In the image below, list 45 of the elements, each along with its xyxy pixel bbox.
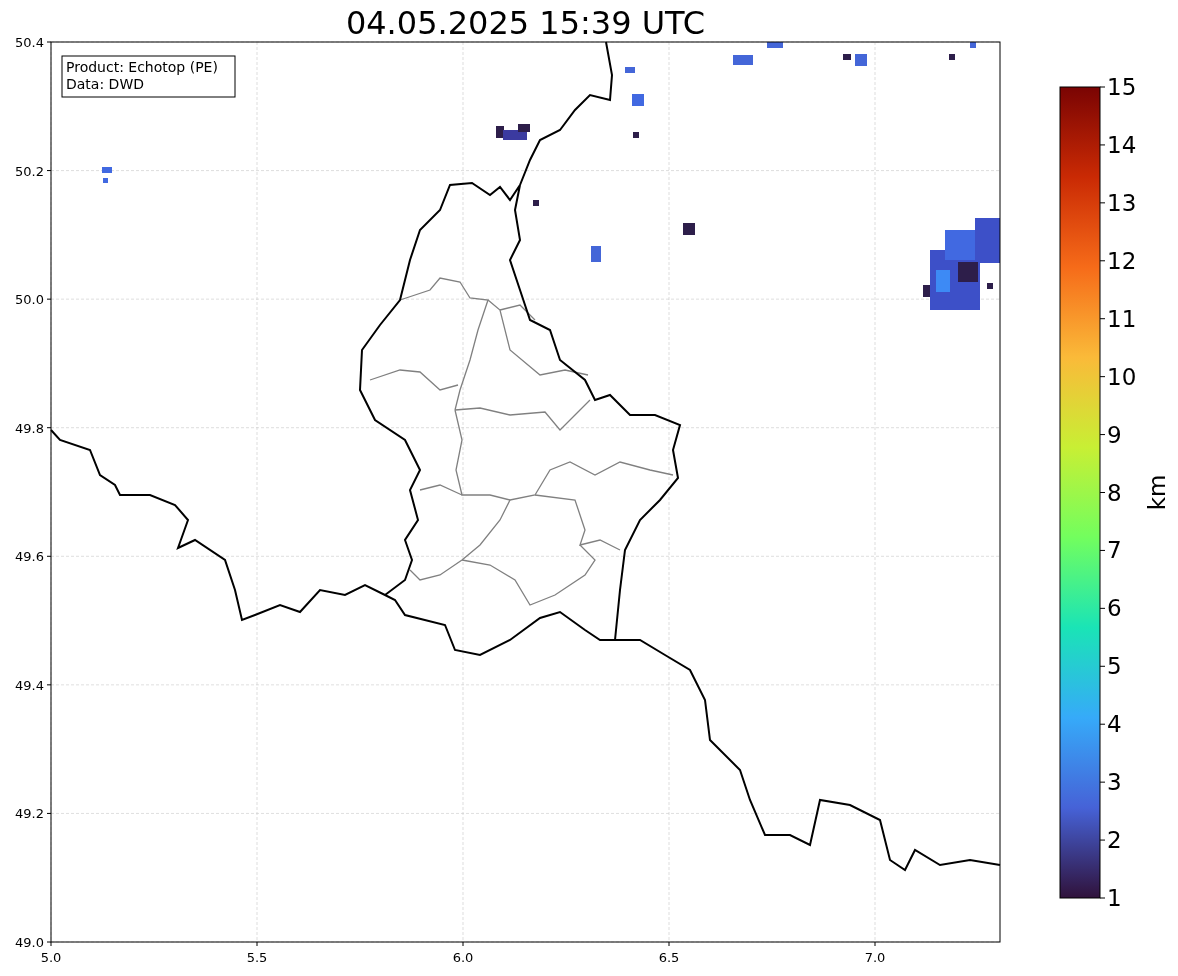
x-tick-label: 5.5 — [246, 950, 268, 965]
x-tick-label: 7.0 — [864, 950, 886, 965]
colorbar-tick-label: 10 — [1107, 363, 1137, 390]
colorbar-tick-label: 4 — [1107, 711, 1122, 738]
y-tick-label: 50.4 — [15, 35, 44, 50]
y-tick-label: 50.0 — [15, 292, 44, 308]
radar-echo-patch — [591, 246, 601, 262]
y-tick-label: 49.2 — [15, 806, 44, 822]
info-text: Data: DWD — [66, 76, 144, 92]
colorbar-tick-label: 15 — [1107, 74, 1137, 100]
y-tick-label: 49.8 — [15, 420, 44, 436]
colorbar-tick-label: 8 — [1107, 479, 1122, 506]
radar-echo-patch — [855, 54, 867, 66]
colorbar-tick-label: 14 — [1107, 131, 1137, 158]
chart-title: 04.05.2025 15:39 UTC — [345, 4, 706, 42]
radar-echo-patch — [633, 132, 639, 138]
radar-echo-patch — [683, 223, 695, 235]
y-tick-label: 49.0 — [15, 935, 44, 950]
info-text: Product: Echotop (PE) — [66, 59, 218, 75]
colorbar-label: km — [1144, 474, 1170, 511]
colorbar-tick-label: 13 — [1107, 189, 1137, 216]
y-tick-label: 49.6 — [15, 549, 44, 565]
radar-echo-patch — [632, 94, 644, 106]
colorbar-tick-label: 3 — [1107, 769, 1122, 796]
x-tick-label: 5.0 — [40, 950, 62, 965]
colorbar-tick-label: 7 — [1107, 537, 1122, 564]
colorbar-tick-label: 11 — [1107, 305, 1137, 332]
x-tick-label: 6.5 — [658, 950, 680, 965]
colorbar-tick-label: 9 — [1107, 421, 1122, 448]
y-tick-label: 50.2 — [15, 163, 44, 179]
colorbar-tick-label: 6 — [1107, 595, 1122, 622]
colorbar-tick-label: 5 — [1107, 653, 1122, 680]
radar-echo-patch — [767, 42, 783, 48]
y-tick-label: 49.4 — [15, 677, 44, 693]
radar-echo-patch — [987, 283, 993, 289]
radar-echo-patch — [843, 54, 851, 60]
radar-echo-patch — [625, 67, 635, 73]
colorbar-tick-label: 2 — [1107, 827, 1122, 854]
radar-echo-patch — [733, 55, 753, 65]
x-tick-label: 6.0 — [452, 950, 474, 965]
colorbar-tick-label: 1 — [1107, 885, 1122, 911]
colorbar-tick-label: 12 — [1107, 247, 1137, 274]
radar-echo-patch — [533, 200, 539, 206]
radar-echo-patch — [970, 42, 976, 48]
radar-echo-patch — [949, 54, 955, 60]
